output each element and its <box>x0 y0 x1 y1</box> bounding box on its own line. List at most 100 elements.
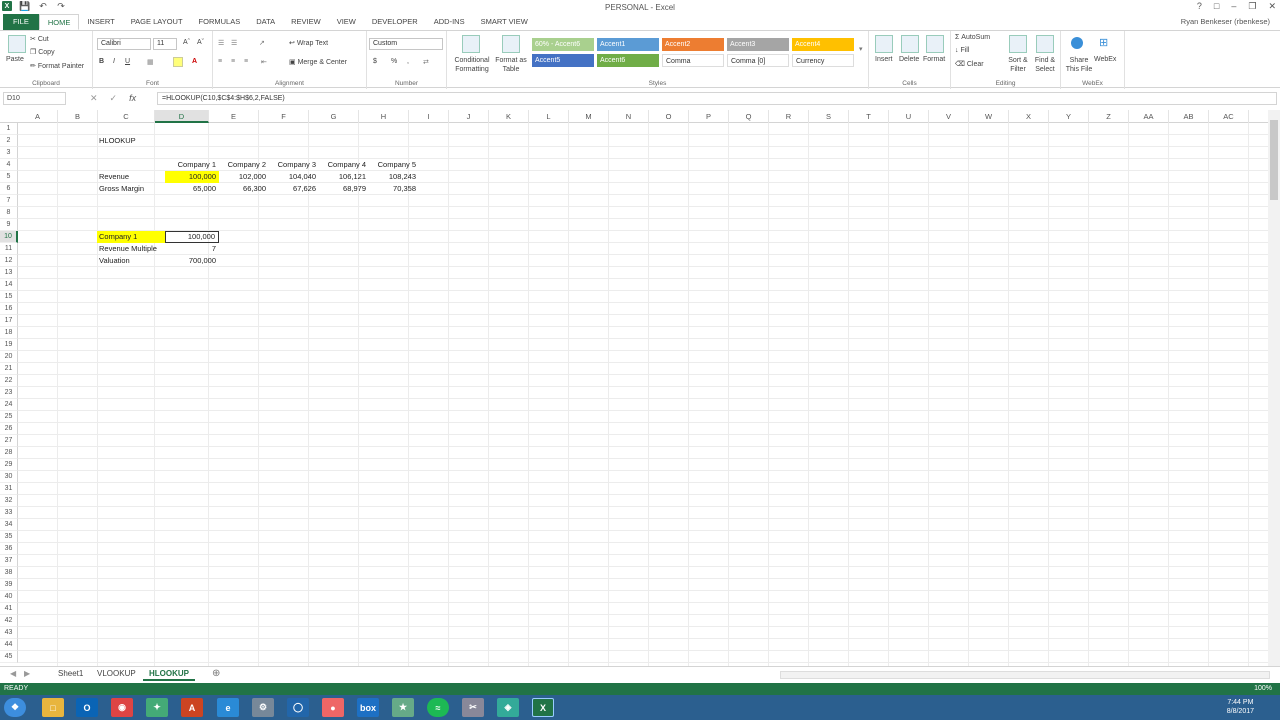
align-right-icon[interactable]: ≡ <box>244 58 248 65</box>
cell-h4[interactable]: Company 5 <box>369 159 419 171</box>
column-header-h[interactable]: H <box>359 110 409 123</box>
cell-d5[interactable]: 100,000 <box>165 171 219 183</box>
cell-d11[interactable]: 7 <box>165 243 219 255</box>
copy-button[interactable]: ❐ Copy <box>30 48 55 56</box>
row-header-14[interactable]: 14 <box>0 279 18 291</box>
column-header-q[interactable]: Q <box>729 110 769 123</box>
horizontal-scrollbar[interactable] <box>780 671 1270 679</box>
app-icon-3[interactable]: ◯ <box>287 698 309 717</box>
tab-insert[interactable]: INSERT <box>79 14 122 30</box>
row-header-19[interactable]: 19 <box>0 339 18 351</box>
tab-view[interactable]: VIEW <box>329 14 364 30</box>
format-cells-icon[interactable] <box>926 35 944 53</box>
format-as-table-icon[interactable] <box>502 35 520 53</box>
binoculars-icon[interactable] <box>1036 35 1054 53</box>
insert-function-icon[interactable]: fx <box>129 93 136 104</box>
align-left-icon[interactable]: ≡ <box>218 58 222 65</box>
column-header-l[interactable]: L <box>529 110 569 123</box>
column-header-y[interactable]: Y <box>1049 110 1089 123</box>
orientation-icon[interactable]: ↗ <box>259 39 265 47</box>
row-header-44[interactable]: 44 <box>0 639 18 651</box>
restore-icon[interactable]: ❐ <box>1248 1 1256 12</box>
tab-add-ins[interactable]: ADD-INS <box>426 14 473 30</box>
app-icon-6[interactable]: ◈ <box>497 698 519 717</box>
formula-input[interactable]: =HLOOKUP(C10,$C$4:$H$6,2,FALSE) <box>157 92 1277 105</box>
tab-page-layout[interactable]: PAGE LAYOUT <box>123 14 191 30</box>
cell-f5[interactable]: 104,040 <box>269 171 319 183</box>
outlook-icon[interactable]: O <box>76 698 98 717</box>
row-header-30[interactable]: 30 <box>0 471 18 483</box>
system-clock[interactable]: 7:44 PM 8/8/2017 <box>1227 698 1254 716</box>
signed-in-user[interactable]: Ryan Benkeser (rbenkese) <box>1181 17 1270 26</box>
row-header-11[interactable]: 11 <box>0 243 18 255</box>
column-header-g[interactable]: G <box>309 110 359 123</box>
italic-button[interactable]: I <box>113 58 115 65</box>
gallery-more-icon[interactable]: ▾ <box>859 45 863 53</box>
cell-e6[interactable]: 66,300 <box>219 183 269 195</box>
cell-style-accent4[interactable]: Accent4 <box>792 38 854 51</box>
column-header-u[interactable]: U <box>889 110 929 123</box>
webex-share-icon[interactable] <box>1071 37 1083 49</box>
column-header-s[interactable]: S <box>809 110 849 123</box>
file-explorer-icon[interactable]: □ <box>42 698 64 717</box>
bold-button[interactable]: B <box>99 58 104 65</box>
comma-button[interactable]: , <box>407 58 409 65</box>
column-header-x[interactable]: X <box>1009 110 1049 123</box>
webex-add-icon[interactable]: ⊞ <box>1099 36 1108 49</box>
cell-style-accent3[interactable]: Accent3 <box>727 38 789 51</box>
column-header-p[interactable]: P <box>689 110 729 123</box>
column-header-r[interactable]: R <box>769 110 809 123</box>
underline-button[interactable]: U <box>125 58 130 65</box>
column-header-ab[interactable]: AB <box>1169 110 1209 123</box>
row-header-36[interactable]: 36 <box>0 543 18 555</box>
insert-button[interactable]: Insert <box>875 56 893 63</box>
row-header-43[interactable]: 43 <box>0 627 18 639</box>
column-header-f[interactable]: F <box>259 110 309 123</box>
row-header-34[interactable]: 34 <box>0 519 18 531</box>
row-header-7[interactable]: 7 <box>0 195 18 207</box>
column-header-t[interactable]: T <box>849 110 889 123</box>
cell-h6[interactable]: 70,358 <box>369 183 419 195</box>
align-center-icon[interactable]: ≡ <box>231 58 235 65</box>
shrink-font-icon[interactable]: Aˇ <box>197 39 204 46</box>
chrome-icon[interactable]: ◉ <box>111 698 133 717</box>
tab-data[interactable]: DATA <box>248 14 283 30</box>
tab-home[interactable]: HOME <box>38 14 80 30</box>
column-header-d[interactable]: D <box>155 110 209 123</box>
row-header-20[interactable]: 20 <box>0 351 18 363</box>
cell-c10[interactable]: Company 1 <box>97 231 165 243</box>
row-header-45[interactable]: 45 <box>0 651 18 663</box>
sheet-tab-sheet1[interactable]: Sheet1 <box>52 667 89 681</box>
font-size-select[interactable]: 11 <box>153 38 177 50</box>
indent-icon[interactable]: ⇤ <box>261 58 267 66</box>
format-as-table-button[interactable]: Format as Table <box>495 56 527 74</box>
font-name-select[interactable]: Calibri <box>97 38 151 50</box>
row-header-12[interactable]: 12 <box>0 255 18 267</box>
row-header-22[interactable]: 22 <box>0 375 18 387</box>
cell-f4[interactable]: Company 3 <box>269 159 319 171</box>
cell-d12[interactable]: 700,000 <box>165 255 219 267</box>
sort-filter-icon[interactable] <box>1009 35 1027 53</box>
delete-button[interactable]: Delete <box>899 56 919 63</box>
app-icon-5[interactable]: ✂ <box>462 698 484 717</box>
clear-button[interactable]: ⌫ Clear <box>955 60 984 68</box>
sheet-tab-vlookup[interactable]: VLOOKUP <box>91 667 142 681</box>
column-header-j[interactable]: J <box>449 110 489 123</box>
delete-cells-icon[interactable] <box>901 35 919 53</box>
row-header-5[interactable]: 5 <box>0 171 18 183</box>
format-button[interactable]: Format <box>923 56 945 63</box>
cell-h5[interactable]: 108,243 <box>369 171 419 183</box>
minimize-icon[interactable]: – <box>1231 1 1236 12</box>
tab-formulas[interactable]: FORMULAS <box>191 14 249 30</box>
row-header-4[interactable]: 4 <box>0 159 18 171</box>
webex-button[interactable]: WebEx <box>1094 56 1116 63</box>
box-icon[interactable]: box <box>357 698 379 717</box>
tab-developer[interactable]: DEVELOPER <box>364 14 426 30</box>
cell-style-accent2[interactable]: Accent2 <box>662 38 724 51</box>
column-header-i[interactable]: I <box>409 110 449 123</box>
insert-cells-icon[interactable] <box>875 35 893 53</box>
row-header-41[interactable]: 41 <box>0 603 18 615</box>
row-header-32[interactable]: 32 <box>0 495 18 507</box>
internet-explorer-icon[interactable]: e <box>217 698 239 717</box>
row-header-1[interactable]: 1 <box>0 123 18 135</box>
